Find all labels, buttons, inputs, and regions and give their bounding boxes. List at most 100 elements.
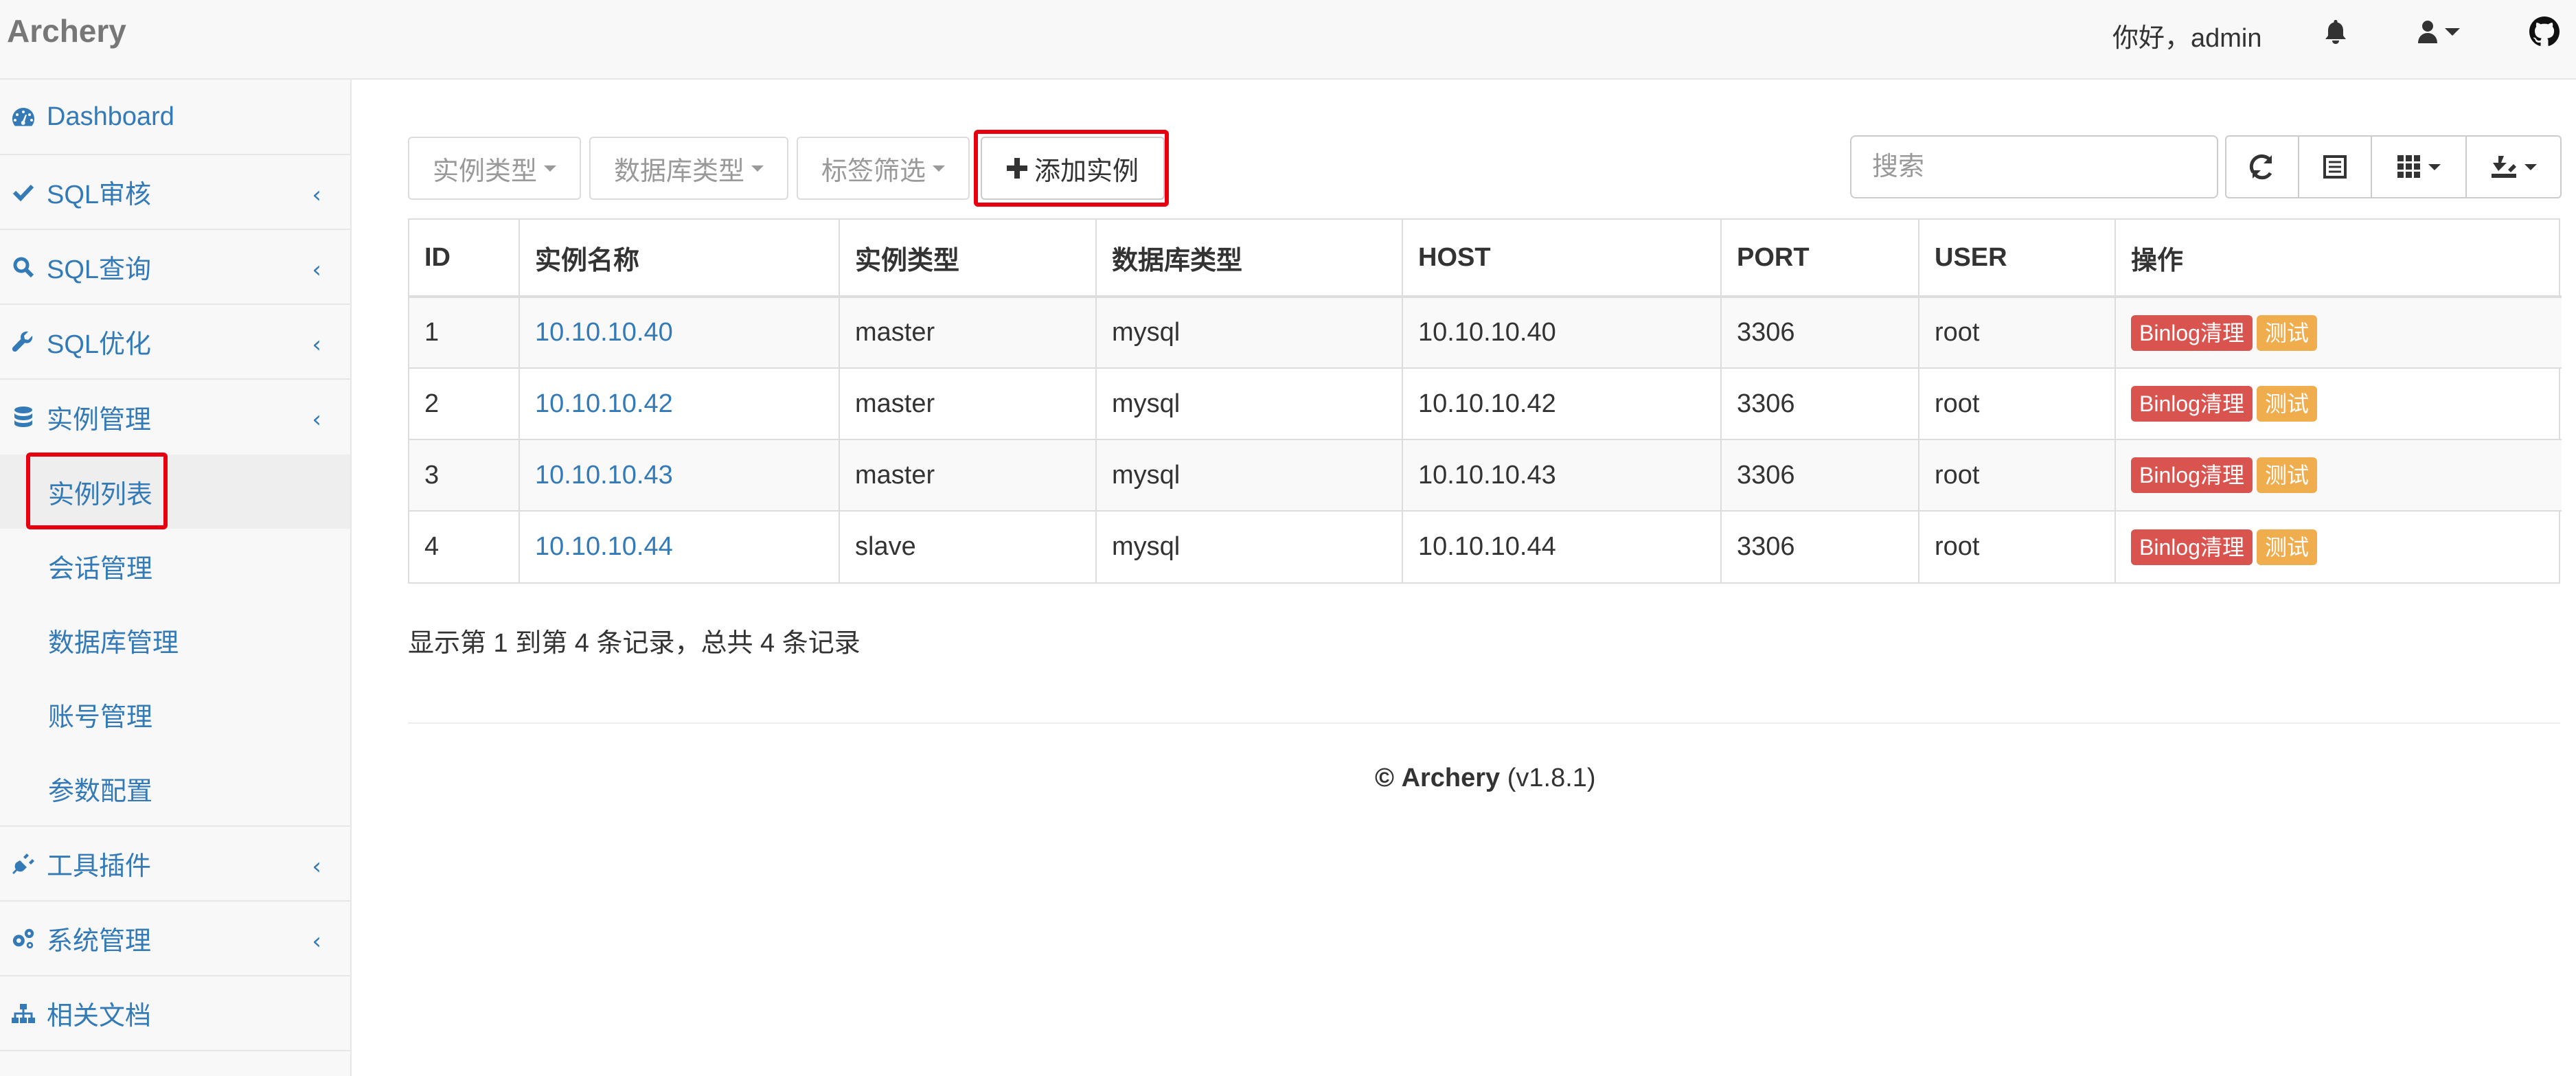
cell-port: 3306 <box>1721 296 1919 368</box>
column-header-host[interactable]: HOST <box>1402 220 1722 298</box>
sidebar-item-system-management[interactable]: 系统管理 ‹ <box>0 902 350 976</box>
cell-id: 1 <box>409 296 520 368</box>
chevron-left-icon: ‹ <box>312 331 321 358</box>
cell-user: root <box>1919 510 2116 582</box>
cell-user: root <box>1919 296 2116 368</box>
instance-type-filter[interactable]: 实例类型 <box>408 137 581 200</box>
table-row: 3 10.10.10.43 master mysql 10.10.10.43 3… <box>409 439 2562 511</box>
chevron-left-icon: ‹ <box>312 928 321 955</box>
sidebar-item-dashboard[interactable]: Dashboard <box>0 80 350 155</box>
highlight-add-instance <box>974 130 1169 207</box>
export-button[interactable] <box>2465 135 2562 198</box>
test-button[interactable]: 测试 <box>2256 457 2317 493</box>
user-menu-button[interactable] <box>2417 18 2460 45</box>
plug-icon <box>11 851 36 876</box>
test-button[interactable]: 测试 <box>2256 529 2317 565</box>
cell-host: 10.10.10.40 <box>1402 296 1722 368</box>
chevron-down-icon <box>2445 27 2460 36</box>
cell-user: root <box>1919 367 2116 439</box>
cell-db-type: mysql <box>1096 510 1403 582</box>
instance-table: ID 实例名称 实例类型 数据库类型 HOST PORT USER 操作 1 1… <box>408 218 2562 584</box>
cell-actions: Binlog清理 测试 <box>2115 510 2562 582</box>
footer-brand: Archery <box>1401 764 1501 792</box>
check-icon <box>11 180 36 205</box>
sidebar-subitem-parameter-config[interactable]: 参数配置 <box>0 751 350 825</box>
github-icon[interactable] <box>2529 16 2560 46</box>
cell-instance-type: master <box>839 439 1097 511</box>
table-row: 4 10.10.10.44 slave mysql 10.10.10.44 33… <box>409 510 2562 582</box>
user-icon <box>2418 21 2437 43</box>
sidebar-subitem-database-management[interactable]: 数据库管理 <box>0 603 350 677</box>
sidebar: Dashboard SQL审核 ‹ SQL查询 ‹ SQL优化 ‹ 实例管理 ‹… <box>0 80 352 1076</box>
table-toolbar-group <box>2225 135 2562 198</box>
sidebar-subitem-account-management[interactable]: 账号管理 <box>0 677 350 751</box>
cell-host: 10.10.10.44 <box>1402 510 1722 582</box>
sidebar-item-documents[interactable]: 相关文档 <box>0 976 350 1051</box>
instance-name-link[interactable]: 10.10.10.42 <box>535 389 673 418</box>
cell-instance-name: 10.10.10.40 <box>519 296 840 368</box>
db-type-filter[interactable]: 数据库类型 <box>589 137 788 200</box>
sidebar-item-sql-optimize[interactable]: SQL优化 ‹ <box>0 305 350 380</box>
cell-instance-name: 10.10.10.43 <box>519 439 840 511</box>
chevron-left-icon: ‹ <box>312 181 321 209</box>
sidebar-item-label: Dashboard <box>47 102 174 131</box>
refresh-icon <box>2249 154 2272 180</box>
chevron-left-icon: ‹ <box>312 406 321 433</box>
column-header-db-type[interactable]: 数据库类型 <box>1096 220 1403 298</box>
cell-instance-type: slave <box>839 510 1097 582</box>
cell-host: 10.10.10.43 <box>1402 439 1722 511</box>
table-header-row: ID 实例名称 实例类型 数据库类型 HOST PORT USER 操作 <box>409 220 2562 298</box>
table-row: 2 10.10.10.42 master mysql 10.10.10.42 3… <box>409 367 2562 439</box>
cell-actions: Binlog清理 测试 <box>2115 296 2562 368</box>
sidebar-item-tool-plugins[interactable]: 工具插件 ‹ <box>0 827 350 902</box>
wrench-icon <box>11 330 36 354</box>
cell-instance-type: master <box>839 367 1097 439</box>
cell-id: 2 <box>409 367 520 439</box>
toggle-view-button[interactable] <box>2298 135 2372 198</box>
sidebar-item-label: SQL查询 <box>47 255 152 284</box>
chevron-down-icon <box>751 165 764 172</box>
columns-button[interactable] <box>2371 135 2467 198</box>
column-header-actions: 操作 <box>2115 220 2562 298</box>
chevron-down-icon <box>933 165 945 172</box>
chevron-down-icon <box>2524 163 2537 170</box>
sidebar-item-instance-management[interactable]: 实例管理 ‹ <box>0 380 350 455</box>
list-view-icon <box>2323 155 2347 179</box>
tag-filter[interactable]: 标签筛选 <box>797 137 970 200</box>
chevron-down-icon <box>2428 163 2441 170</box>
sidebar-item-label: 实例管理 <box>47 406 152 435</box>
cell-id: 4 <box>409 510 520 582</box>
test-button[interactable]: 测试 <box>2256 314 2317 351</box>
sidebar-item-sql-query[interactable]: SQL查询 ‹ <box>0 230 350 305</box>
instance-name-link[interactable]: 10.10.10.40 <box>535 318 673 347</box>
sidebar-subitem-session-management[interactable]: 会话管理 <box>0 529 350 603</box>
column-header-port[interactable]: PORT <box>1721 220 1919 298</box>
binlog-clean-button[interactable]: Binlog清理 <box>2131 457 2253 493</box>
column-header-user[interactable]: USER <box>1919 220 2116 298</box>
cell-id: 3 <box>409 439 520 511</box>
search-icon <box>11 255 36 279</box>
cell-db-type: mysql <box>1096 367 1403 439</box>
binlog-clean-button[interactable]: Binlog清理 <box>2131 529 2253 565</box>
column-header-instance-type[interactable]: 实例类型 <box>839 220 1097 298</box>
column-header-instance-name[interactable]: 实例名称 <box>519 220 840 298</box>
column-header-id[interactable]: ID <box>409 220 520 298</box>
brand-logo[interactable]: Archery <box>7 12 126 49</box>
refresh-button[interactable] <box>2225 135 2299 198</box>
binlog-clean-button[interactable]: Binlog清理 <box>2131 314 2253 351</box>
cell-user: root <box>1919 439 2116 511</box>
download-icon <box>2492 156 2516 178</box>
sidebar-item-sql-review[interactable]: SQL审核 ‹ <box>0 155 350 230</box>
search-input[interactable] <box>1850 135 2218 198</box>
chevron-down-icon <box>544 165 556 172</box>
instance-name-link[interactable]: 10.10.10.44 <box>535 532 673 561</box>
cell-port: 3306 <box>1721 367 1919 439</box>
cell-db-type: mysql <box>1096 439 1403 511</box>
instance-name-link[interactable]: 10.10.10.43 <box>535 461 673 490</box>
database-icon <box>11 405 36 430</box>
test-button[interactable]: 测试 <box>2256 386 2317 422</box>
binlog-clean-button[interactable]: Binlog清理 <box>2131 386 2253 422</box>
cogs-icon <box>11 926 36 951</box>
dashboard-icon <box>11 104 36 129</box>
bell-icon[interactable] <box>2324 18 2347 45</box>
